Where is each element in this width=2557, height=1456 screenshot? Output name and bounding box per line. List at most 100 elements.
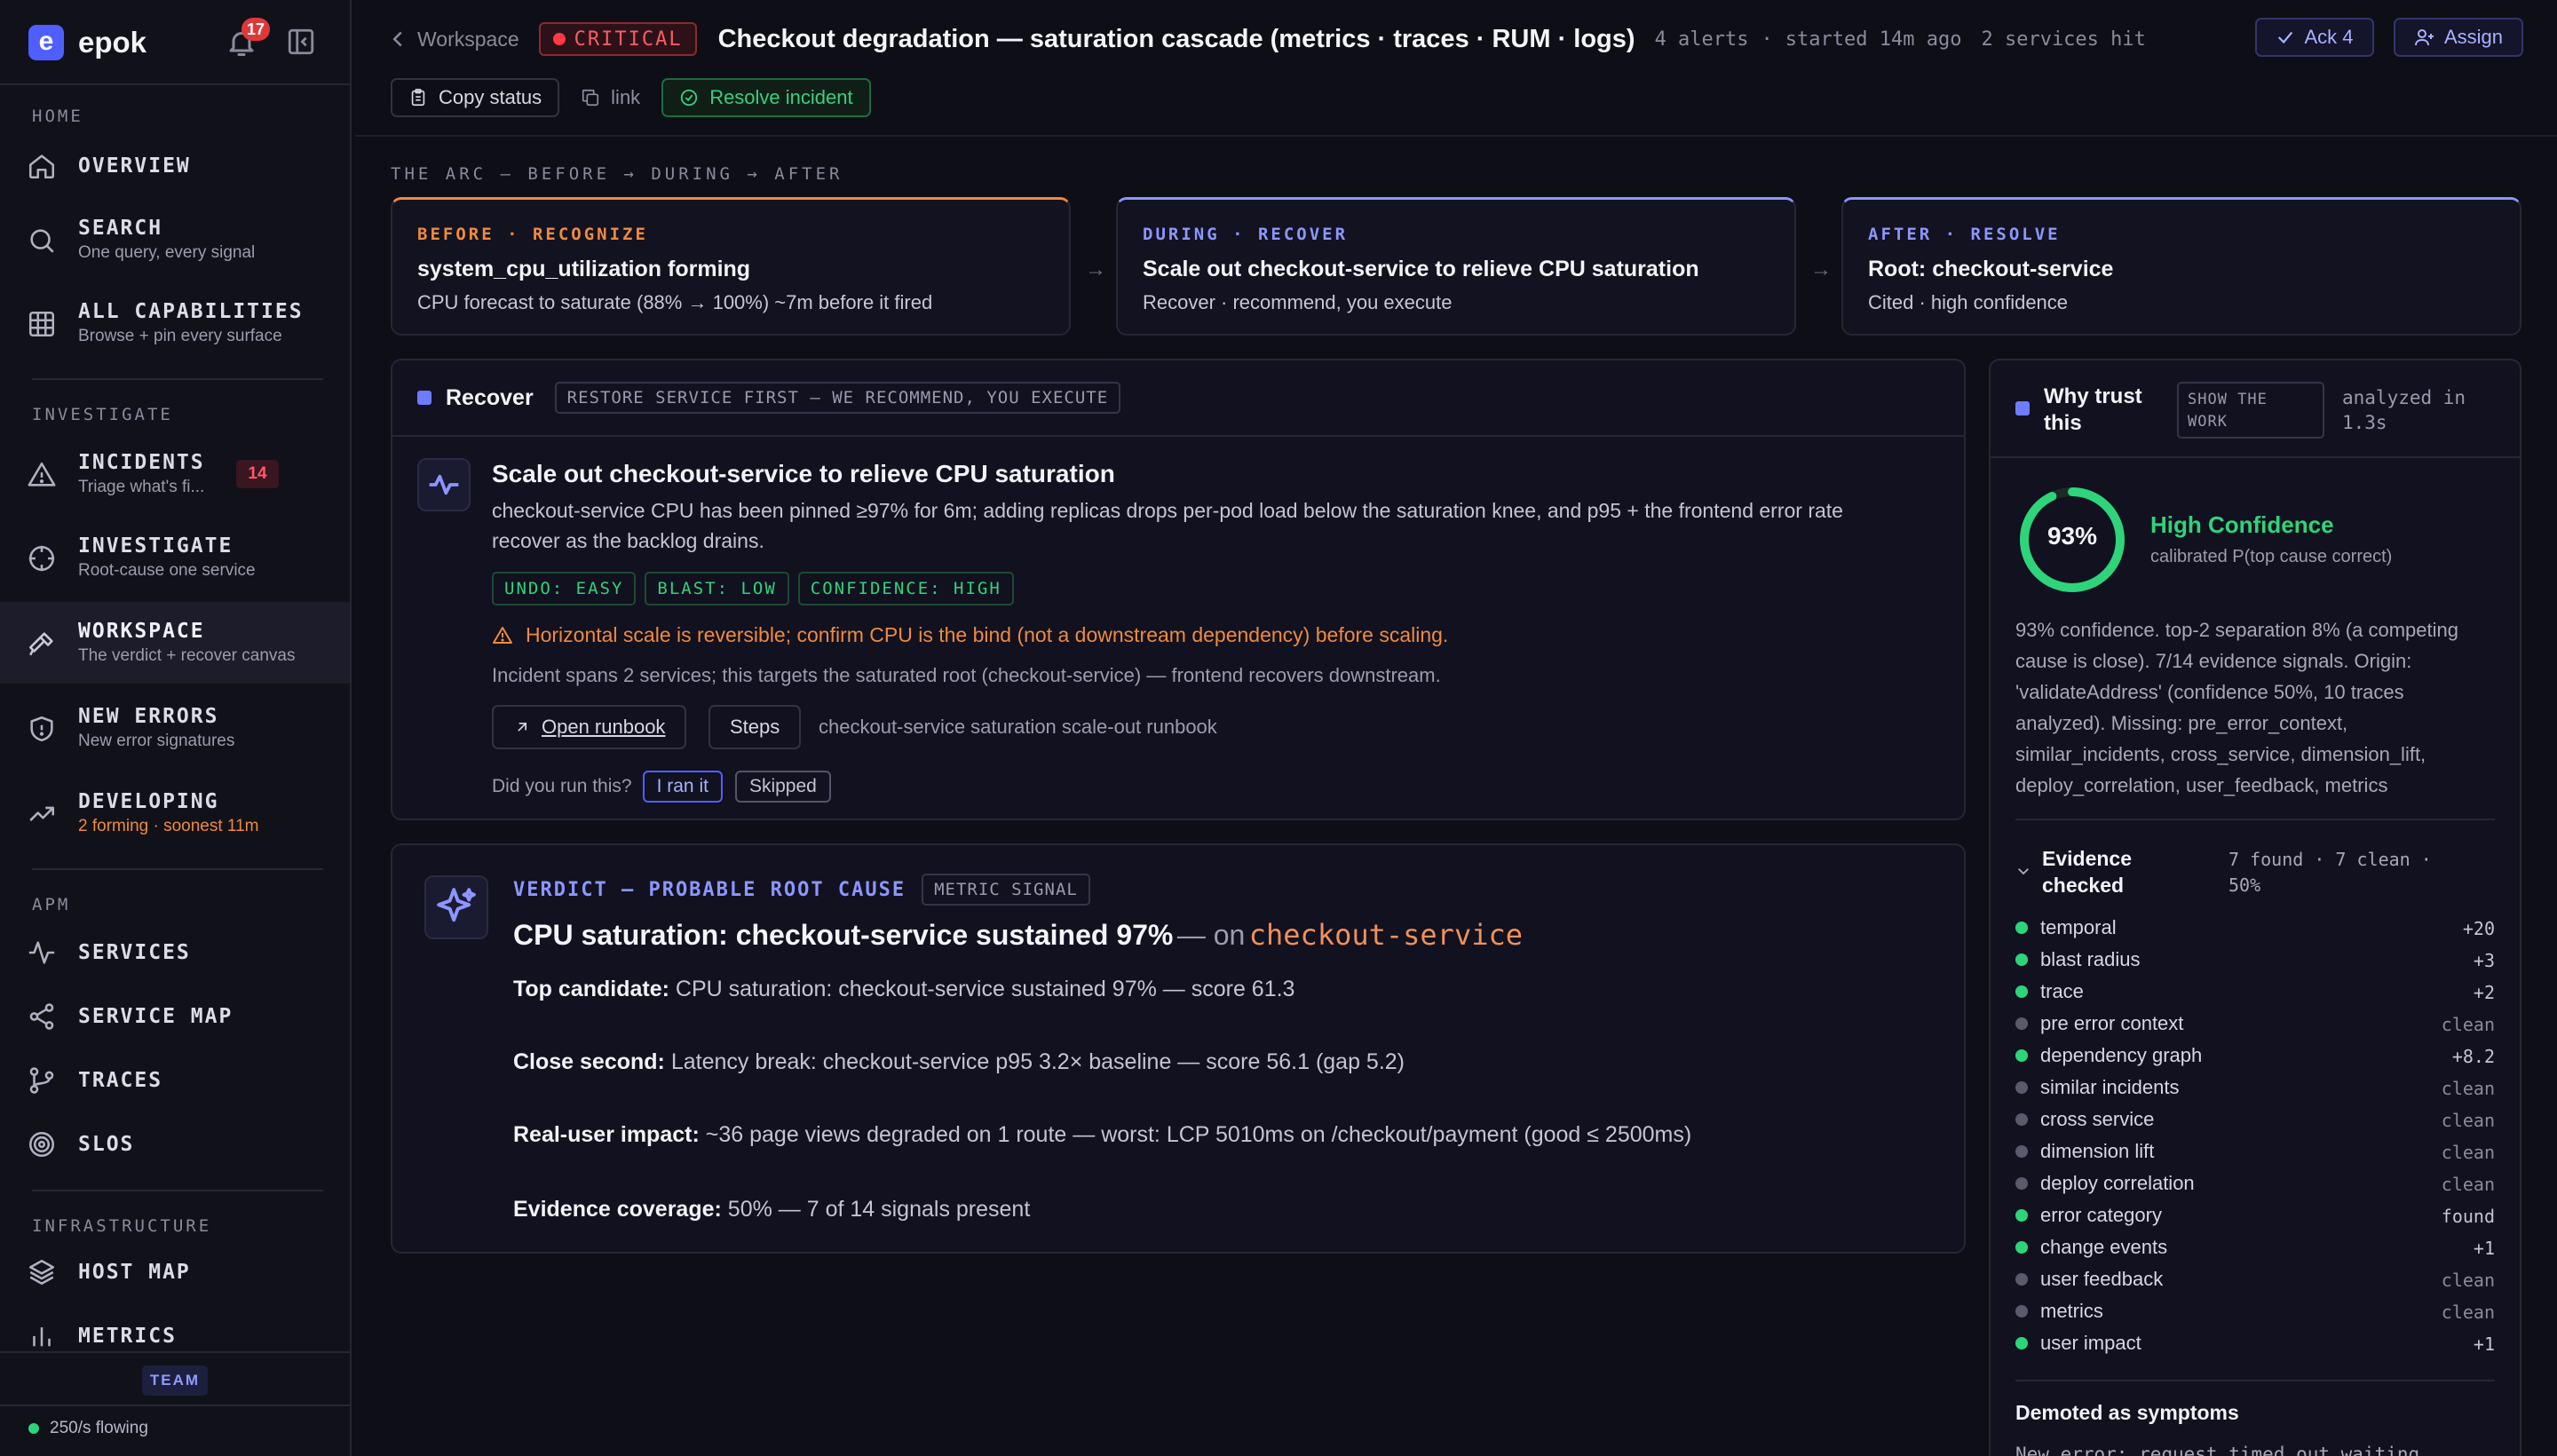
nav-overview[interactable]: OVERVIEW	[0, 124, 350, 206]
verdict-service-link[interactable]: checkout-service	[1249, 918, 1523, 952]
recover-header: Recover RESTORE SERVICE FIRST — WE RECOM…	[392, 360, 1964, 437]
trust-panel: Why trust this SHOW THE WORK analyzed in…	[1989, 359, 2521, 1456]
nav-search[interactable]: SEARCH One query, every signal	[0, 199, 350, 281]
arc-arrow: →	[1810, 257, 1832, 281]
recover-description: checkout-service CPU has been pinned ≥97…	[492, 499, 1843, 522]
verdict-row: Top candidate: CPU saturation: checkout-…	[513, 977, 1295, 1001]
evidence-dot	[2015, 1145, 2028, 1158]
evidence-row: user feedback clean	[2015, 1264, 2495, 1296]
evidence-row: error category found	[2015, 1200, 2495, 1232]
recover-panel: Recover RESTORE SERVICE FIRST — WE RECOM…	[391, 359, 1966, 820]
undo-tag: UNDO: EASY	[492, 572, 637, 605]
nav-investigate[interactable]: INVESTIGATE Root-cause one service	[0, 517, 350, 598]
flow-status-dot	[28, 1423, 39, 1434]
assign-button[interactable]: Assign	[2394, 18, 2523, 57]
nav-slos[interactable]: SLOS	[0, 1106, 350, 1183]
recover-title: Recover	[446, 384, 534, 410]
ack-button[interactable]: Ack 4	[2255, 18, 2374, 57]
skipped-button[interactable]: Skipped	[734, 771, 831, 803]
trust-divider	[2015, 819, 2495, 820]
severity-badge: CRITICAL	[538, 22, 697, 56]
recover-marker	[417, 391, 431, 405]
nav-incidents[interactable]: INCIDENTS Triage what's fi... 14	[0, 433, 350, 515]
check-icon	[2278, 31, 2293, 44]
sidebar: e epok 17 HOME OVERVIEW SEARCH One query…	[0, 0, 352, 1456]
alerts-count: 4 alerts	[1654, 28, 1749, 51]
evidence-row: blast radius +3	[2015, 945, 2495, 977]
evidence-toggle[interactable]: Evidence checked 7 found · 7 clean · 50%	[2015, 845, 2495, 898]
arc-step-before[interactable]: BEFORE · RECOGNIZE system_cpu_utilizatio…	[391, 197, 1071, 336]
trust-summary: 93% confidence. top-2 separation 8% (a c…	[2015, 619, 2458, 796]
evidence-row: temporal +20	[2015, 913, 2495, 945]
evidence-row: dependency graph +8.2	[2015, 1041, 2495, 1072]
nav-new-errors[interactable]: NEW ERRORS New error signatures	[0, 687, 350, 769]
team-button[interactable]: TEAM	[142, 1365, 208, 1396]
calibrated-note: calibrated P(top cause correct)	[2150, 547, 2393, 566]
copy-status-button[interactable]: Copy status	[391, 78, 560, 117]
warning-icon	[493, 626, 512, 644]
evidence-dot	[2015, 985, 2028, 998]
incident-actions: Copy status link Resolve incident	[391, 78, 871, 117]
recover-description: recover as the backlog drains.	[492, 529, 764, 552]
collapse-sidebar-icon[interactable]	[286, 27, 316, 57]
evidence-row: pre error context clean	[2015, 1009, 2495, 1041]
evidence-row: trace +2	[2015, 977, 2495, 1009]
analyzed-time: analyzed in 1.3s	[2342, 387, 2466, 433]
header-divider	[355, 135, 2557, 137]
section-home: HOME	[32, 107, 83, 126]
demoted-item: New error: request timed out waiting	[2015, 1444, 2420, 1456]
arc-step-after[interactable]: AFTER · RESOLVE Root: checkout-service C…	[1841, 197, 2521, 336]
section-investigate: INVESTIGATE	[32, 405, 173, 424]
chevron-down-icon	[2018, 868, 2029, 875]
evidence-list: temporal +20 blast radius +3 trace +2 pre e…	[2015, 913, 2495, 1365]
demoted-title: Demoted as symptoms	[2015, 1401, 2239, 1424]
copy-link-button[interactable]: link	[568, 78, 653, 117]
check-circle-icon	[681, 89, 698, 107]
flow-status: 250/s flowing	[28, 1419, 148, 1438]
services-hit: 2 services hit	[1981, 28, 2146, 51]
nav-all-capabilities[interactable]: ALL CAPABILITIES Browse + pin every surf…	[0, 282, 350, 364]
share-icon	[27, 1001, 57, 1032]
evidence-row: change events +1	[2015, 1232, 2495, 1264]
recover-tags: UNDO: EASY BLAST: LOW CONFIDENCE: HIGH	[492, 572, 1023, 605]
search-icon	[27, 226, 57, 256]
evidence-dot	[2015, 1273, 2028, 1286]
brand-logo: e	[28, 25, 64, 60]
layers-icon	[27, 1257, 57, 1287]
started-time: started 14m ago	[1785, 28, 1962, 51]
ran-feedback: Did you run this? I ran it Skipped	[492, 771, 831, 803]
steps-button[interactable]: Steps	[709, 705, 802, 749]
pulse-icon	[27, 938, 57, 968]
nav-metrics[interactable]: METRICS	[0, 1298, 350, 1351]
verdict-row: Evidence coverage: 50% — 7 of 14 signals…	[513, 1197, 1031, 1222]
evidence-dot	[2015, 1337, 2028, 1349]
evidence-row: metrics clean	[2015, 1296, 2495, 1328]
sidebar-footer-divider	[0, 1405, 350, 1406]
recover-tag: RESTORE SERVICE FIRST — WE RECOMMEND, YO…	[554, 382, 1121, 414]
brand[interactable]: e epok	[28, 25, 146, 60]
show-work-button[interactable]: SHOW THE WORK	[2177, 382, 2324, 439]
severity-dot	[552, 33, 566, 45]
evidence-dot	[2015, 1081, 2028, 1094]
breadcrumb[interactable]: Workspace	[391, 28, 519, 51]
arc-arrow: →	[1085, 257, 1106, 281]
runbook-name: checkout-service saturation scale-out ru…	[819, 716, 1217, 738]
evidence-dot	[2015, 1017, 2028, 1030]
section-divider	[32, 378, 323, 380]
resolve-incident-button[interactable]: Resolve incident	[661, 78, 871, 117]
open-runbook-button[interactable]: Open runbook	[492, 705, 687, 749]
verdict-header: VERDICT — PROBABLE ROOT CAUSE METRIC SIG…	[513, 874, 1090, 906]
evidence-row: similar incidents clean	[2015, 1072, 2495, 1104]
sidebar-divider	[0, 83, 350, 85]
evidence-dot	[2015, 1049, 2028, 1062]
ran-it-button[interactable]: I ran it	[642, 771, 723, 803]
alert-triangle-icon	[27, 460, 57, 490]
nav-developing[interactable]: DEVELOPING 2 forming · soonest 11m	[0, 772, 350, 854]
pulse-icon	[417, 458, 471, 511]
arc-step-during[interactable]: DURING · RECOVER Scale out checkout-serv…	[1116, 197, 1796, 336]
clipboard-icon	[411, 89, 425, 107]
evidence-dot	[2015, 1113, 2028, 1126]
nav-workspace[interactable]: WORKSPACE The verdict + recover canvas	[0, 602, 350, 684]
evidence-row: cross service clean	[2015, 1104, 2495, 1136]
branch-icon	[27, 1065, 57, 1096]
